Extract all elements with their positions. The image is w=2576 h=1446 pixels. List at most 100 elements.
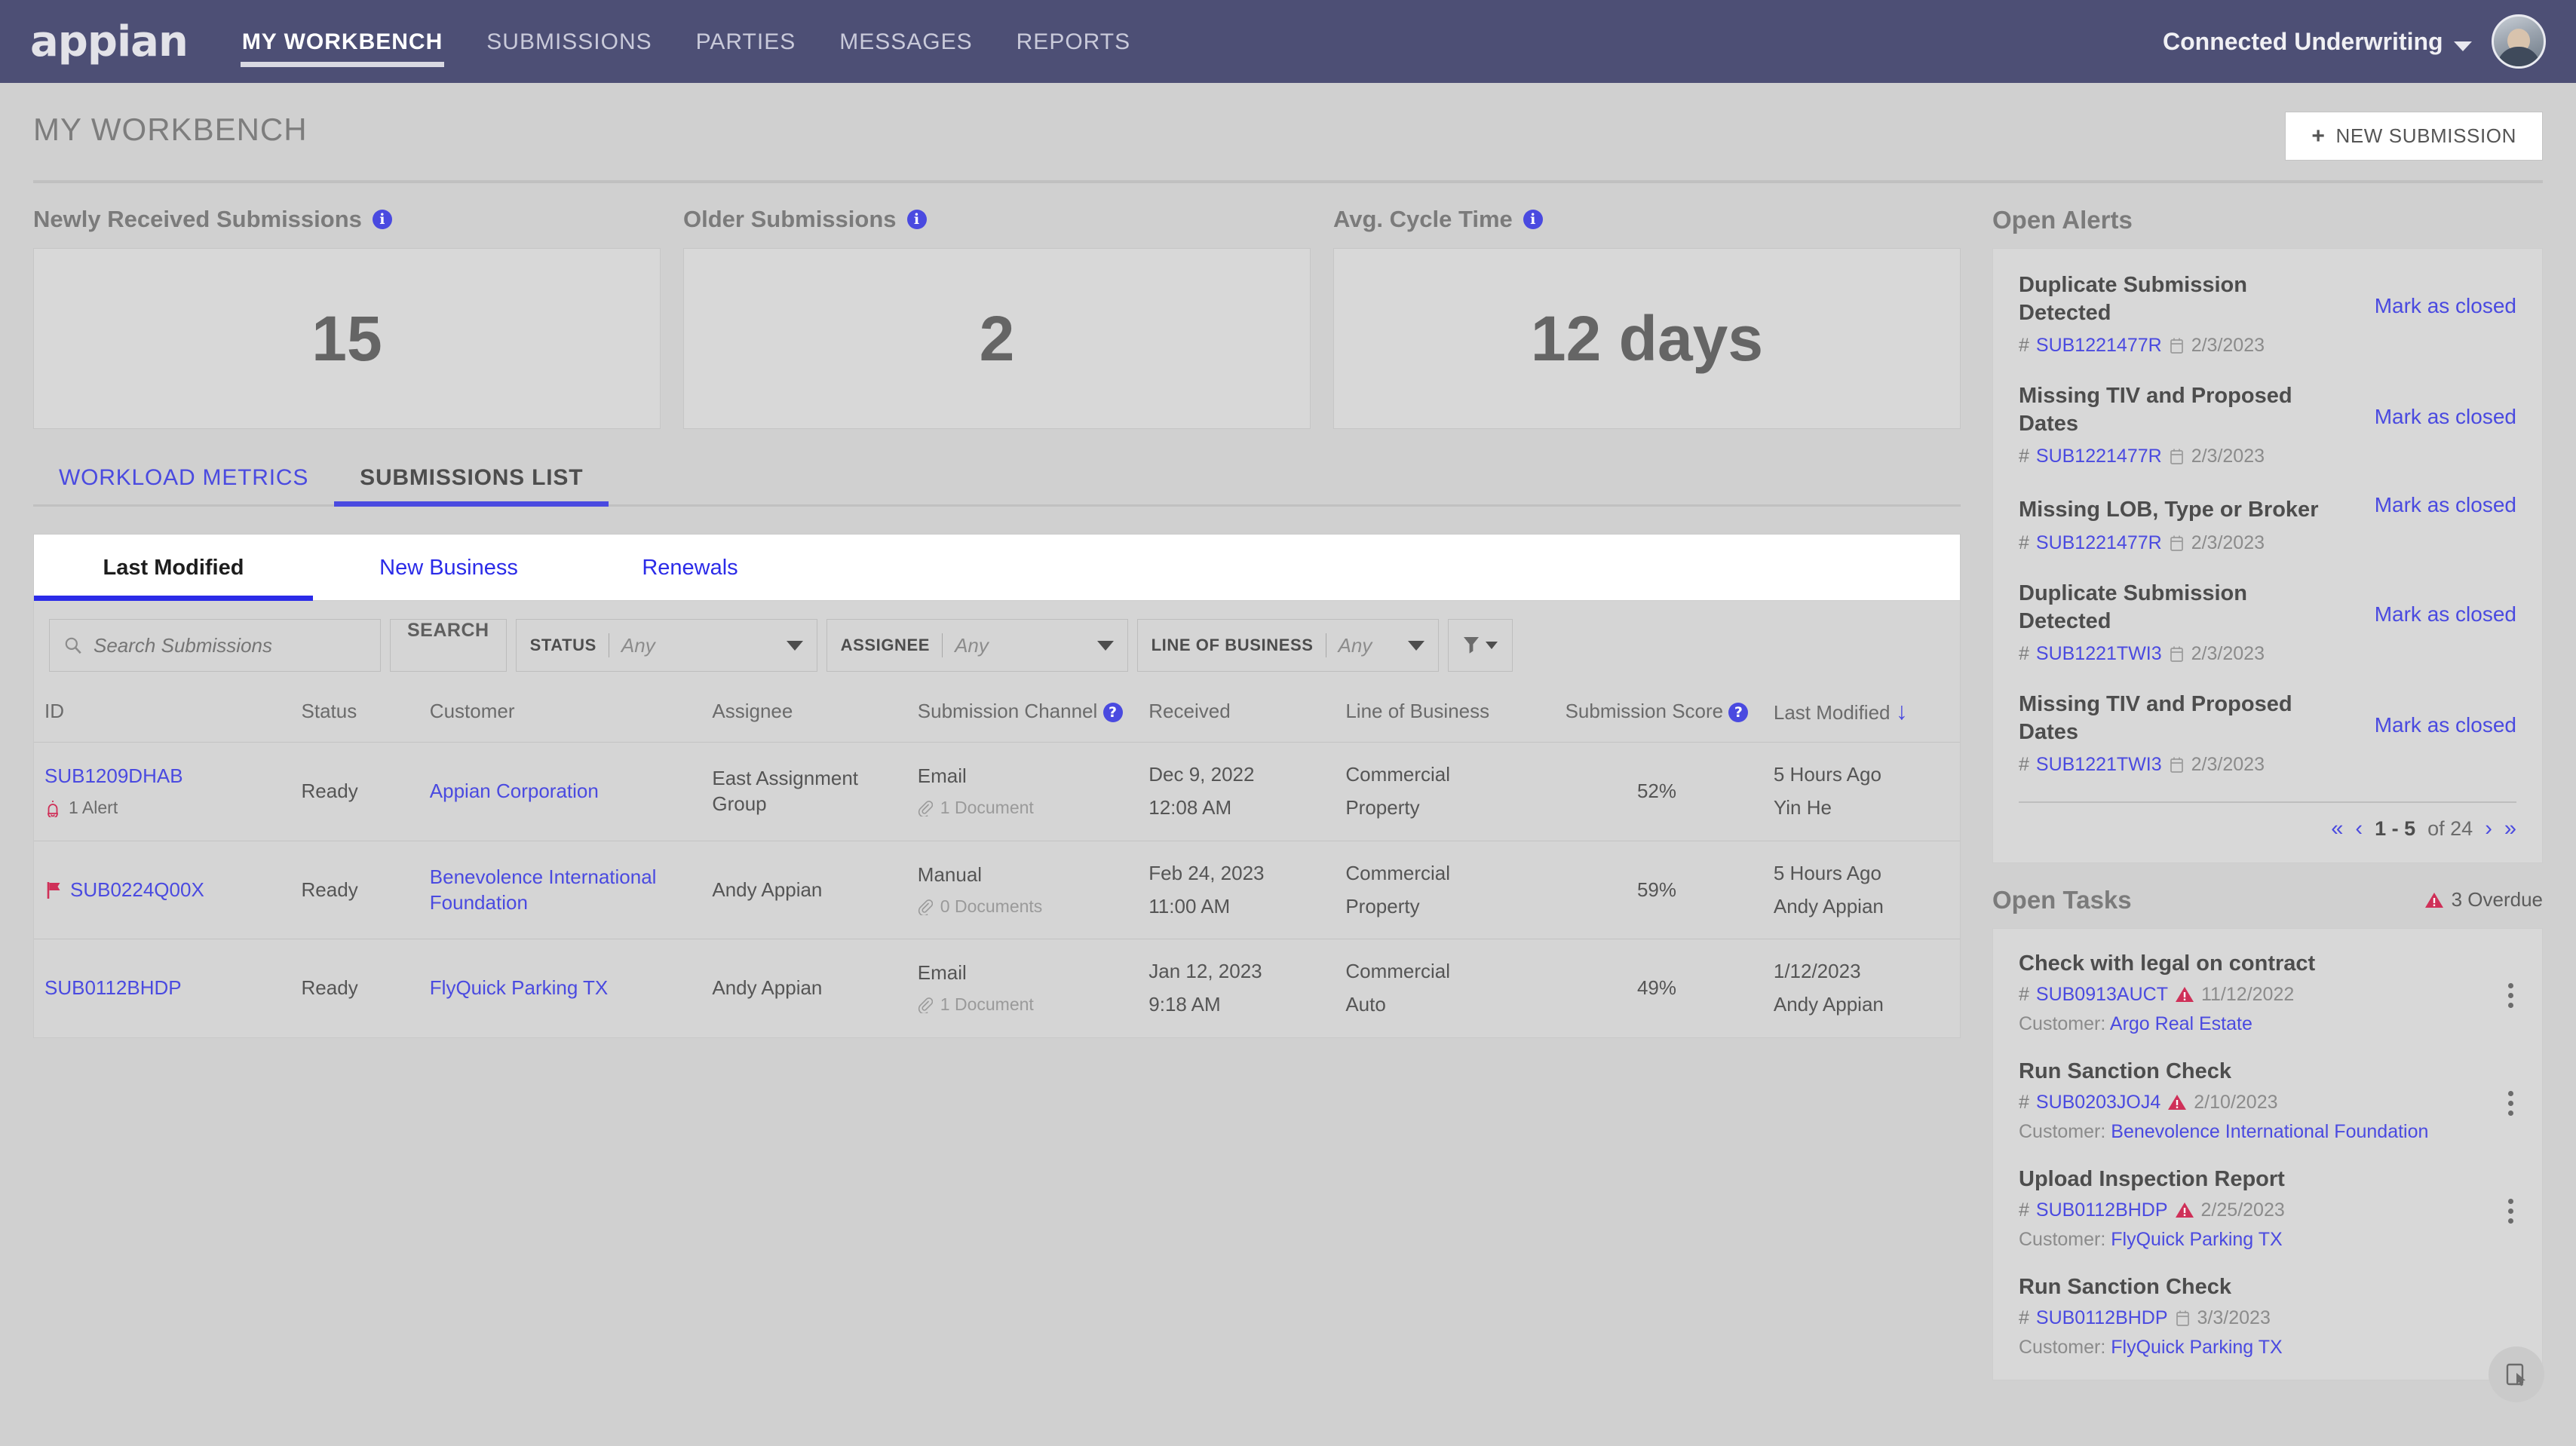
prev-page-button[interactable]: ‹ [2355,816,2363,841]
alert-meta: # SUB1221TWI3 2/3/2023 [2019,754,2516,776]
lob-line-2: Auto [1345,993,1386,1016]
lob-line-1: Commercial [1345,861,1451,884]
last-page-button[interactable]: » [2504,816,2516,841]
subtab-new-business[interactable]: New Business [313,535,584,600]
kpi-card[interactable]: 12 days [1333,248,1961,429]
tab-workload-metrics[interactable]: WORKLOAD METRICS [33,465,334,504]
nav-item-parties[interactable]: PARTIES [695,0,798,84]
new-submission-button[interactable]: + NEW SUBMISSION [2285,112,2543,161]
modified-by: Yin He [1773,796,1832,820]
channel-name: Email [917,961,967,985]
column-header-status[interactable]: Status [290,685,419,743]
cell-received: Feb 24, 2023 11:00 AM [1138,841,1336,940]
nav-item-my-workbench[interactable]: MY WORKBENCH [240,0,445,84]
task-more-actions-button[interactable] [2508,982,2513,1008]
more-filters-button[interactable] [1447,619,1513,672]
subtab-last-modified[interactable]: Last Modified [34,535,313,601]
alert-submission-id-link[interactable]: SUB1221TWI3 [2036,754,2162,776]
cell-received: Jan 12, 2023 9:18 AM [1138,939,1335,1037]
submission-id-link[interactable]: SUB1209DHAB [44,764,183,789]
task-customer: Customer: FlyQuick Parking TX [2019,1337,2516,1359]
alert-date: 2/3/2023 [2191,753,2265,775]
table-row[interactable]: SUB0224Q00X Ready Benevolence Internatio… [34,841,1960,940]
nav-item-submissions[interactable]: SUBMISSIONS [485,0,653,84]
mark-as-closed-link[interactable]: Mark as closed [2375,580,2516,626]
next-page-button[interactable]: › [2485,816,2492,841]
customer-link[interactable]: Benevolence International Foundation [430,865,657,914]
task-customer-link[interactable]: Benevolence International Foundation [2111,1121,2428,1142]
alert-submission-id-link[interactable]: SUB1221477R [2036,532,2162,554]
table-row[interactable]: SUB1209DHAB 1 Alert Ready Appian Corpora… [34,742,1960,841]
status-filter-dropdown[interactable]: STATUS Any [515,619,817,672]
cell-channel: Email 1 Document [906,742,1139,841]
info-icon[interactable]: i [372,210,392,229]
nav-item-reports[interactable]: REPORTS [1015,0,1132,84]
kpi-card[interactable]: 2 [683,248,1311,429]
task-customer-link[interactable]: FlyQuick Parking TX [2111,1337,2282,1358]
user-avatar[interactable] [2492,14,2546,69]
alert-submission-id-link[interactable]: SUB1221TWI3 [2036,643,2162,665]
first-page-button[interactable]: « [2331,816,2343,841]
cell-status: Ready [290,742,419,841]
task-due-date: 3/3/2023 [2197,1307,2271,1328]
screen-capture-helper-button[interactable] [2489,1346,2544,1402]
new-submission-label: NEW SUBMISSION [2335,124,2516,147]
kpi-row: Newly Received Submissions i 15 Older Su… [33,206,1961,429]
mark-as-closed-link[interactable]: Mark as closed [2375,382,2516,429]
hash-icon: # [2019,1307,2029,1328]
kpi-card[interactable]: 15 [33,248,661,429]
mark-as-closed-link[interactable]: Mark as closed [2375,493,2516,517]
task-meta: # SUB0913AUCT 11/12/2022 [2019,984,2516,1006]
column-header-assignee[interactable]: Assignee [701,685,907,743]
column-header-text: Submission Score [1565,700,1724,722]
column-header-submission-channel[interactable]: Submission Channel ? [906,685,1139,743]
cell-channel: Email 1 Document [907,939,1138,1037]
alert-submission-id-link[interactable]: SUB1221477R [2036,335,2162,357]
submission-id-link[interactable]: SUB0112BHDP [44,976,182,1001]
hash-icon: # [2019,1199,2029,1221]
column-header-line-of-business[interactable]: Line of Business [1335,685,1550,743]
mark-as-closed-link[interactable]: Mark as closed [2375,271,2516,318]
task-submission-id-link[interactable]: SUB0203JOJ4 [2036,1092,2160,1114]
submission-id-group: SUB1209DHAB [44,764,282,789]
column-header-received[interactable]: Received [1138,685,1336,743]
page-total: of 24 [2427,816,2473,840]
column-header-last-modified[interactable]: Last Modified ↓ [1762,685,1960,743]
assignee-filter-dropdown[interactable]: ASSIGNEE Any [826,619,1128,672]
column-header-customer[interactable]: Customer [419,685,702,743]
help-icon[interactable]: ? [1728,703,1749,723]
table-row[interactable]: SUB0112BHDP Ready FlyQuick Parking TX An… [34,939,1960,1037]
alert-row: Duplicate Submission Detected Mark as cl… [2019,271,2516,327]
document-count: 0 Documents [918,896,1129,918]
task-submission-id-link[interactable]: SUB0913AUCT [2036,984,2168,1006]
tab-submissions-list[interactable]: SUBMISSIONS LIST [334,465,609,507]
search-box[interactable] [49,619,381,672]
task-more-actions-button[interactable] [2508,1090,2513,1116]
calendar-icon [2170,535,2183,551]
info-icon[interactable]: i [906,210,927,229]
search-button[interactable]: SEARCH [390,619,507,672]
subtab-renewals[interactable]: Renewals [584,535,796,600]
alert-meta: # SUB1221477R 2/3/2023 [2019,532,2516,554]
org-switcher[interactable]: Connected Underwriting [2163,28,2472,56]
submission-id-group: SUB0224Q00X [44,878,282,903]
column-header-id[interactable]: ID [34,685,291,743]
line-of-business-filter-dropdown[interactable]: LINE OF BUSINESS Any [1136,619,1439,672]
search-input[interactable] [94,633,366,657]
task-customer-link[interactable]: Argo Real Estate [2110,1013,2252,1034]
column-header-submission-score[interactable]: Submission Score ? [1549,685,1763,743]
mark-as-closed-link[interactable]: Mark as closed [2375,691,2516,737]
alert-submission-id-link[interactable]: SUB1221477R [2036,446,2162,467]
task-customer-link[interactable]: FlyQuick Parking TX [2111,1229,2282,1250]
task-submission-id-link[interactable]: SUB0112BHDP [2036,1199,2168,1221]
cell-assignee: Andy Appian [712,976,823,1000]
nav-item-messages[interactable]: MESSAGES [838,0,974,84]
customer-link[interactable]: FlyQuick Parking TX [430,976,608,999]
info-icon[interactable]: i [1523,210,1543,229]
help-icon[interactable]: ? [1102,703,1123,723]
submission-id-link[interactable]: SUB0224Q00X [70,878,204,903]
customer-link[interactable]: Appian Corporation [430,780,599,802]
task-submission-id-link[interactable]: SUB0112BHDP [2036,1307,2168,1329]
task-more-actions-button[interactable] [2508,1198,2513,1224]
appian-logo[interactable]: appian [30,17,189,66]
